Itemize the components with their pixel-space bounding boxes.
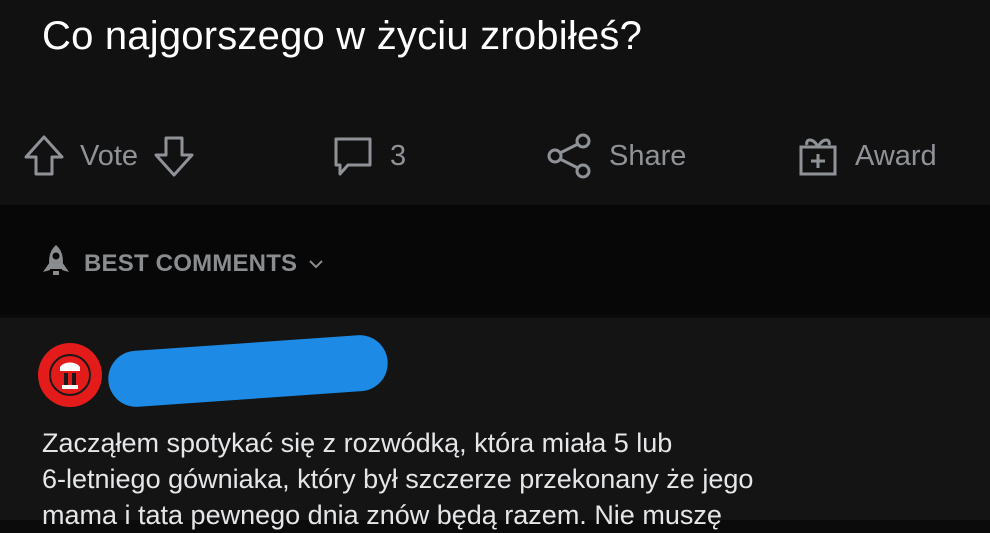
rocket-icon [38, 242, 74, 285]
avatar[interactable] [38, 343, 102, 407]
vote-label: Vote [80, 139, 139, 172]
share-button[interactable]: Share [545, 125, 686, 187]
post-header: Co najgorszego w życiu zrobiłeś? Vote 3 [0, 0, 990, 205]
downvote-icon[interactable] [152, 133, 196, 179]
sort-label: BEST COMMENTS [84, 249, 298, 277]
comment-line: mama i tata pewnego dnia znów będą razem… [42, 500, 722, 530]
comment-icon [330, 133, 376, 179]
comment-line: Zacząłem spotykać się z rozwódką, która … [42, 428, 673, 458]
comment-line: 6-letniego gówniaka, który był szczerze … [42, 464, 754, 494]
award-button[interactable]: Award [795, 125, 937, 187]
award-label: Award [855, 139, 937, 172]
post-action-bar: Vote 3 Share Award [0, 125, 990, 187]
vote-control: Vote [22, 125, 196, 187]
comments-button[interactable]: 3 [330, 125, 406, 187]
comment-sort-dropdown[interactable]: BEST COMMENTS [38, 242, 325, 285]
share-label: Share [609, 139, 687, 172]
share-icon [545, 133, 595, 179]
comment-body: Zacząłem spotykać się z rozwódką, która … [42, 425, 942, 533]
comment-count: 3 [390, 139, 407, 172]
upvote-icon[interactable] [22, 133, 66, 179]
chevron-down-icon [307, 250, 325, 278]
gift-icon [795, 133, 841, 179]
post-title: Co najgorszego w życiu zrobiłeś? [42, 14, 643, 58]
avatar-emblem-icon [49, 354, 91, 396]
